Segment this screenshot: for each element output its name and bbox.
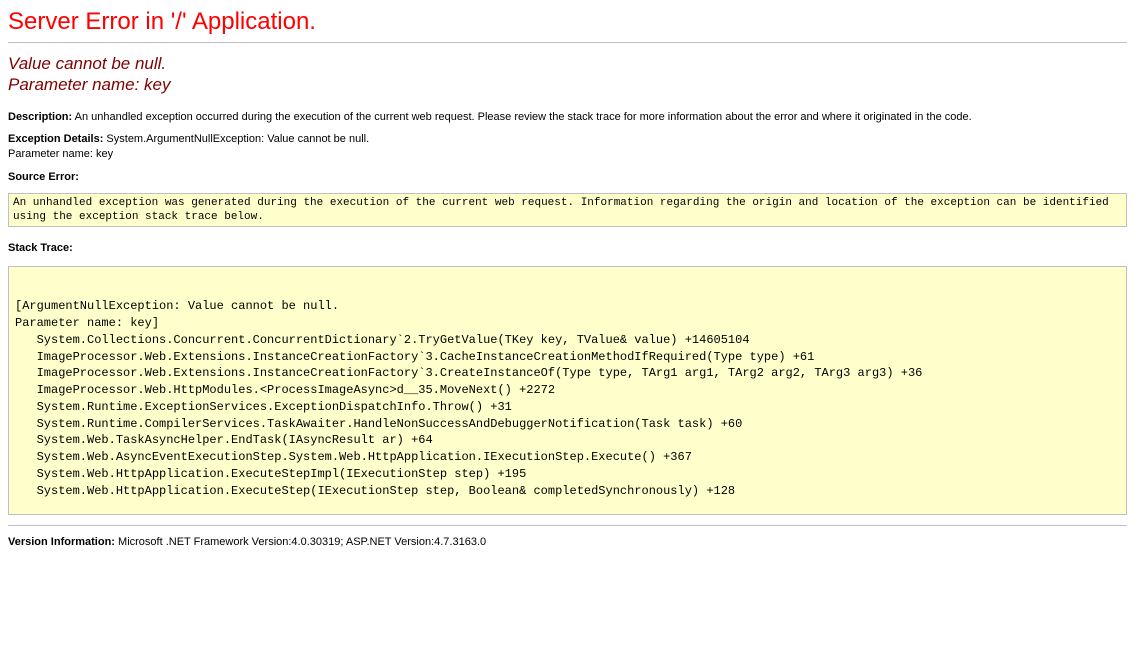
- stack-trace-label: Stack Trace:: [8, 242, 73, 254]
- version-section: Version Information: Microsoft .NET Fram…: [8, 536, 1127, 548]
- exception-label: Exception Details:: [8, 133, 103, 145]
- source-error-label: Source Error:: [8, 171, 79, 183]
- exception-section: Exception Details: System.ArgumentNullEx…: [8, 132, 1127, 162]
- description-section: Description: An unhandled exception occu…: [8, 110, 1127, 125]
- divider-bottom: [8, 525, 1127, 526]
- description-text: An unhandled exception occurred during t…: [75, 111, 972, 123]
- stack-trace-section: Stack Trace:: [8, 241, 1127, 256]
- version-text: Microsoft .NET Framework Version:4.0.303…: [118, 536, 486, 548]
- description-label: Description:: [8, 111, 72, 123]
- stack-trace-box: [ArgumentNullException: Value cannot be …: [8, 266, 1127, 514]
- page-title: Server Error in '/' Application.: [8, 8, 1127, 36]
- divider: [8, 42, 1127, 43]
- source-error-section: Source Error:: [8, 170, 1127, 185]
- source-error-box: An unhandled exception was generated dur…: [8, 193, 1127, 228]
- version-label: Version Information:: [8, 536, 115, 548]
- error-message: Value cannot be null. Parameter name: ke…: [8, 53, 1127, 96]
